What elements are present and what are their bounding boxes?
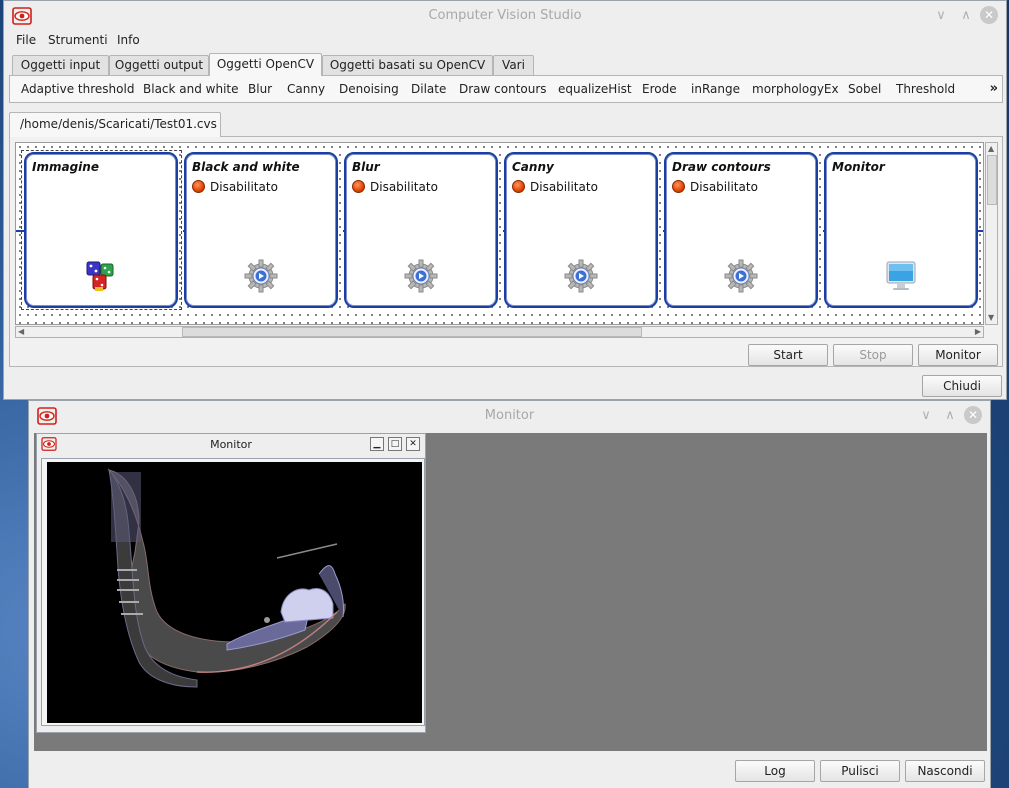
gear-play-icon[interactable] [244, 259, 278, 293]
node-status: Disabilitato [672, 180, 758, 194]
node-blur[interactable]: Blur Disabilitato [344, 152, 498, 308]
menu-info[interactable]: Info [117, 33, 140, 47]
main-titlebar[interactable]: Computer Vision Studio ∨ ∧ ✕ [4, 1, 1006, 31]
tool-equalizehist[interactable]: equalizeHist [558, 82, 632, 96]
node-status: Disabilitato [192, 180, 278, 194]
node-title: Blur [352, 160, 380, 174]
tool-inrange[interactable]: inRange [691, 82, 740, 96]
tool-dilate[interactable]: Dilate [411, 82, 446, 96]
tool-morphologyex[interactable]: morphologyEx [752, 82, 839, 96]
node-title: Canny [512, 160, 554, 174]
more-tools-icon[interactable]: » [990, 81, 998, 96]
main-window: Computer Vision Studio ∨ ∧ ✕ File Strume… [3, 0, 1007, 400]
vertical-scrollbar[interactable]: ▲ ▼ [985, 142, 998, 325]
inner-minimize-icon[interactable]: ▁ [370, 437, 384, 451]
node-draw-contours[interactable]: Draw contours Disabilitato [664, 152, 818, 308]
stop-button[interactable]: Stop [833, 344, 913, 366]
gear-play-icon[interactable] [404, 259, 438, 293]
status-red-icon [352, 180, 365, 193]
scroll-up-icon[interactable]: ▲ [988, 144, 994, 154]
window-title: Monitor [484, 408, 535, 423]
menu-file[interactable]: File [16, 33, 36, 47]
file-panel: Immagine Black and white Disabilitato Bl… [9, 136, 1003, 367]
opencv-toolbar: Adaptive threshold Black and white Blur … [9, 75, 1003, 103]
status-label: Disabilitato [690, 180, 758, 194]
inner-monitor-window[interactable]: Monitor ▁ □ ✕ [36, 433, 426, 733]
tab-vari[interactable]: Vari [493, 55, 534, 75]
pipeline-canvas[interactable]: Immagine Black and white Disabilitato Bl… [15, 142, 984, 325]
nascondi-button[interactable]: Nascondi [905, 760, 985, 782]
image-frame [41, 458, 425, 726]
dice-icon [86, 261, 114, 291]
log-button[interactable]: Log [735, 760, 815, 782]
tab-oggetti-opencv[interactable]: Oggetti OpenCV [209, 53, 322, 76]
tool-blur[interactable]: Blur [248, 82, 272, 96]
node-black-and-white[interactable]: Black and white Disabilitato [184, 152, 338, 308]
monitor-window: Monitor ∨ ∧ ✕ Monitor ▁ □ ✕ Log Pulisci … [28, 400, 991, 788]
tool-erode[interactable]: Erode [642, 82, 677, 96]
node-immagine[interactable]: Immagine [24, 152, 178, 308]
node-title: Immagine [32, 160, 99, 174]
maximize-icon[interactable]: ∧ [958, 8, 974, 24]
inner-maximize-icon[interactable]: □ [388, 437, 402, 451]
minimize-icon[interactable]: ∨ [933, 8, 949, 24]
scroll-right-icon[interactable]: ▶ [975, 327, 981, 337]
node-monitor[interactable]: Monitor [824, 152, 978, 308]
status-label: Disabilitato [530, 180, 598, 194]
tool-threshold[interactable]: Threshold [896, 82, 955, 96]
scroll-left-icon[interactable]: ◀ [18, 327, 24, 337]
start-button[interactable]: Start [748, 344, 828, 366]
tool-adaptive-threshold[interactable]: Adaptive threshold [21, 82, 134, 96]
menu-strumenti[interactable]: Strumenti [48, 33, 108, 47]
node-title: Draw contours [672, 160, 771, 174]
tool-canny[interactable]: Canny [287, 82, 325, 96]
tab-oggetti-input[interactable]: Oggetti input [12, 55, 109, 75]
tool-draw-contours[interactable]: Draw contours [459, 82, 547, 96]
node-title: Monitor [832, 160, 885, 174]
file-tab[interactable]: /home/denis/Scaricati/Test01.cvs [9, 112, 221, 137]
status-red-icon [192, 180, 205, 193]
tool-denoising[interactable]: Denoising [339, 82, 399, 96]
gondola-image [107, 468, 346, 688]
inner-close-icon[interactable]: ✕ [406, 437, 420, 451]
status-red-icon [672, 180, 685, 193]
tab-oggetti-output[interactable]: Oggetti output [109, 55, 209, 75]
scrollbar-thumb[interactable] [987, 155, 997, 205]
monitor-button[interactable]: Monitor [918, 344, 998, 366]
scroll-down-icon[interactable]: ▼ [988, 313, 994, 323]
horizontal-scrollbar[interactable]: ◀ ▶ [15, 326, 984, 338]
tool-sobel[interactable]: Sobel [848, 82, 881, 96]
monitor-icon [886, 261, 916, 290]
scrollbar-thumb[interactable] [182, 327, 642, 337]
inner-window-title: Monitor [210, 438, 252, 451]
chiudi-button[interactable]: Chiudi [922, 375, 1002, 397]
node-title: Black and white [192, 160, 300, 174]
monitor-titlebar[interactable]: Monitor ∨ ∧ ✕ [29, 401, 990, 431]
window-title: Computer Vision Studio [428, 8, 582, 23]
node-canny[interactable]: Canny Disabilitato [504, 152, 658, 308]
tab-oggetti-basati-opencv[interactable]: Oggetti basati su OpenCV [322, 55, 493, 75]
gear-play-icon[interactable] [564, 259, 598, 293]
gear-play-icon[interactable] [724, 259, 758, 293]
status-label: Disabilitato [370, 180, 438, 194]
node-status: Disabilitato [352, 180, 438, 194]
monitor-desktop-area: Monitor ▁ □ ✕ [34, 433, 987, 751]
processed-image [47, 462, 422, 723]
close-icon[interactable]: ✕ [980, 6, 998, 24]
pulisci-button[interactable]: Pulisci [820, 760, 900, 782]
status-red-icon [512, 180, 525, 193]
close-icon[interactable]: ✕ [964, 406, 982, 424]
connector [978, 230, 983, 232]
maximize-icon[interactable]: ∧ [942, 408, 958, 424]
status-label: Disabilitato [210, 180, 278, 194]
tool-black-and-white[interactable]: Black and white [143, 82, 239, 96]
minimize-icon[interactable]: ∨ [918, 408, 934, 424]
node-status: Disabilitato [512, 180, 598, 194]
